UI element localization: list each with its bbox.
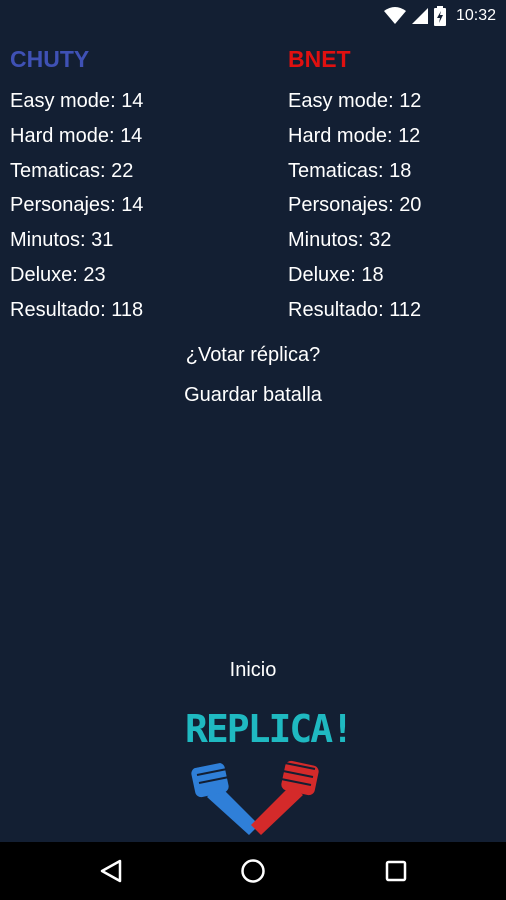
stat-value: 14	[121, 90, 144, 112]
replica-logo: REPLICA!	[185, 707, 354, 842]
stat-label: Personajes	[10, 194, 111, 217]
stat-row: Personajes: 20	[288, 194, 422, 217]
stat-value: 12	[398, 124, 421, 147]
stat-row-result: Resultado: 112	[288, 298, 422, 321]
recents-icon[interactable]	[381, 856, 411, 886]
status-bar: 10:32	[0, 0, 506, 32]
stat-label: Easy mode	[10, 90, 111, 112]
stat-label: Minutos	[10, 229, 81, 252]
stat-value: 112	[389, 298, 422, 321]
stat-value: 22	[111, 159, 134, 182]
status-time: 10:32	[455, 7, 496, 24]
stat-value: 14	[120, 124, 143, 147]
stat-label: Resultado	[10, 298, 101, 321]
stat-label: Easy mode	[288, 90, 389, 112]
stat-label: Hard mode	[288, 124, 387, 147]
stat-value: 12	[399, 90, 422, 112]
back-icon[interactable]	[96, 856, 126, 886]
vote-replica-button[interactable]: ¿Votar réplica?	[0, 344, 506, 367]
stat-row: Deluxe: 18	[288, 263, 384, 286]
stat-label: Resultado	[288, 298, 379, 321]
stat-label: Tematicas	[288, 159, 379, 182]
stat-value: 118	[111, 298, 144, 321]
stat-row: Tematicas: 18	[288, 159, 412, 182]
status-icons: 10:32	[383, 4, 496, 28]
stat-row: Personajes: 14	[10, 194, 144, 217]
stat-value: 20	[399, 194, 422, 217]
stat-row-result: Resultado: 118	[10, 298, 144, 321]
save-battle-button[interactable]: Guardar batalla	[0, 384, 506, 407]
stat-row: Minutos: 32	[288, 229, 392, 252]
stat-row: Deluxe: 23	[10, 263, 106, 286]
fists-icon	[191, 760, 319, 835]
stat-row: Hard mode: 12	[288, 124, 421, 147]
stat-label: Deluxe	[10, 263, 73, 286]
wifi-icon	[383, 7, 406, 24]
player-column-left: CHUTY Easy mode: 14 Hard mode: 14 Temati…	[10, 44, 143, 328]
player-name-right: BNET	[288, 46, 351, 72]
home-icon[interactable]	[238, 856, 268, 886]
stat-value: 18	[389, 159, 412, 182]
navigation-bar	[0, 842, 506, 900]
stat-row: Easy mode: 14	[10, 90, 144, 112]
stat-label: Deluxe	[288, 263, 351, 286]
stat-value: 14	[121, 194, 144, 217]
stat-label: Minutos	[288, 229, 359, 252]
stat-row: Easy mode: 12	[288, 90, 422, 112]
stat-value: 18	[361, 263, 384, 286]
stat-value: 23	[83, 263, 106, 286]
signal-icon	[411, 8, 428, 24]
stat-row: Hard mode: 14	[10, 124, 143, 147]
stat-value: 32	[369, 229, 392, 252]
battery-icon	[433, 6, 446, 26]
stat-label: Hard mode	[10, 124, 109, 147]
stat-label: Personajes	[288, 194, 389, 217]
player-column-right: BNET Easy mode: 12 Hard mode: 12 Tematic…	[288, 44, 421, 328]
stat-row: Minutos: 31	[10, 229, 114, 252]
stat-label: Tematicas	[10, 159, 101, 182]
player-name-left: CHUTY	[10, 46, 90, 72]
home-button[interactable]: Inicio	[0, 659, 506, 682]
stat-value: 31	[91, 229, 114, 252]
stat-row: Tematicas: 22	[10, 159, 134, 182]
